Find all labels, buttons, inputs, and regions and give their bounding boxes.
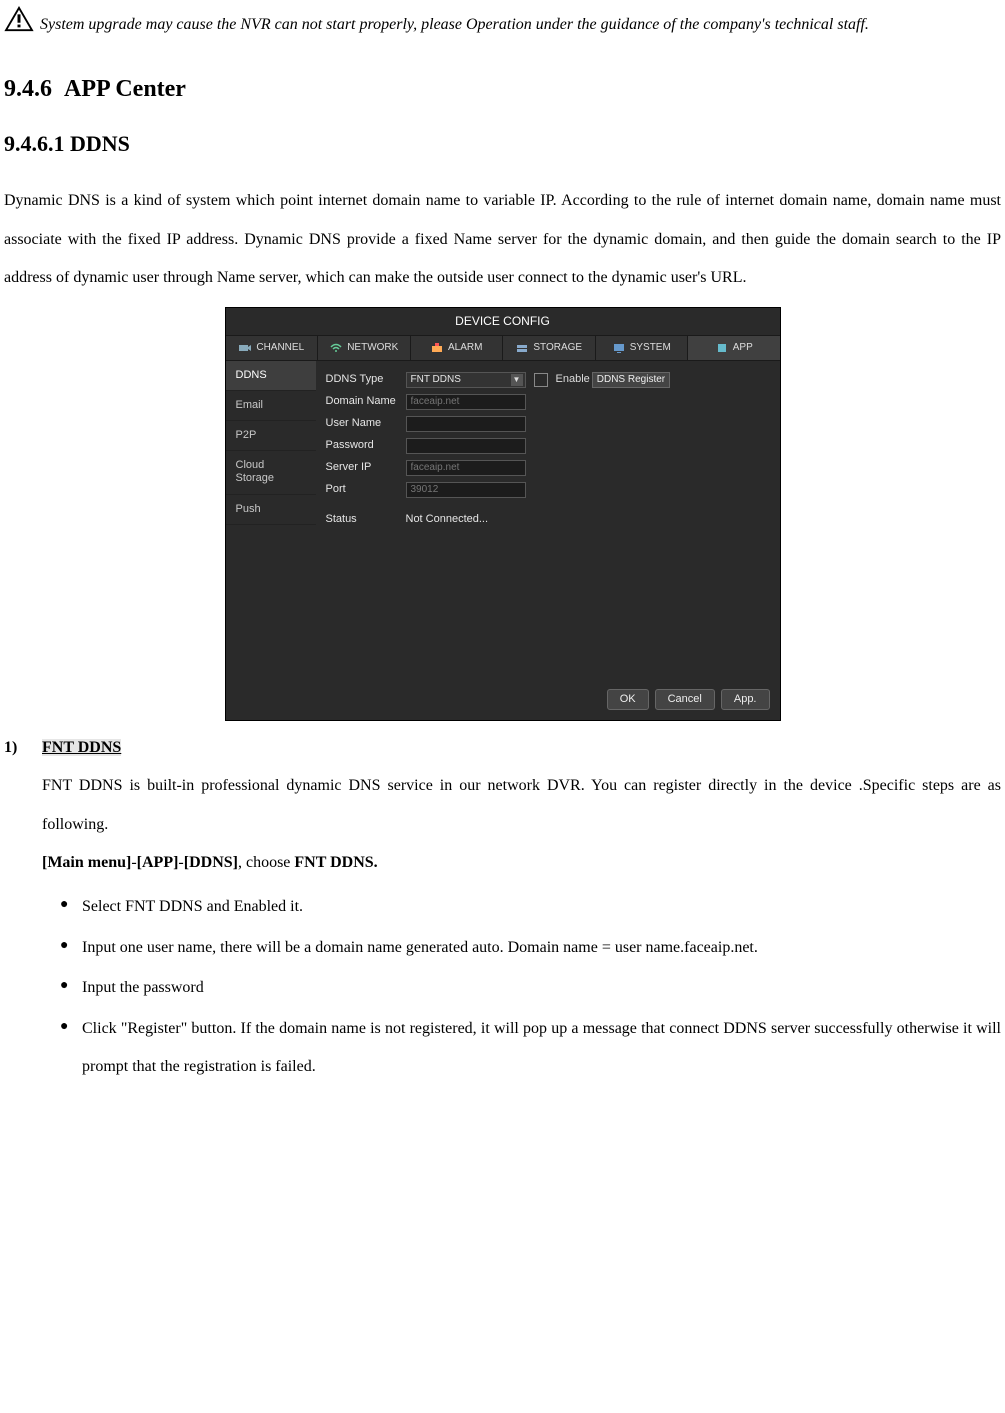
server-ip-label: Server IP — [326, 461, 406, 474]
bullet-text: Input the password — [82, 969, 1001, 1007]
heading-number: 9.4.6.1 — [4, 131, 65, 156]
user-name-input[interactable] — [406, 416, 526, 432]
panel-footer: OK Cancel App. — [226, 681, 780, 720]
enable-checkbox[interactable] — [534, 373, 548, 387]
menu-path: [Main menu]-[APP]-[DDNS], choose FNT DDN… — [42, 844, 1001, 882]
warning-icon — [4, 6, 34, 32]
wifi-icon — [329, 342, 343, 354]
tab-alarm[interactable]: ALARM — [411, 336, 504, 360]
password-input[interactable] — [406, 438, 526, 454]
panel-form: DDNS Type FNT DDNS ▼ Enable DDNS Registe… — [316, 361, 780, 681]
list-title-fnt-ddns: FNT DDNS — [42, 739, 121, 756]
list-para-1: FNT DDNS is built-in professional dynami… — [42, 767, 1001, 844]
cancel-button[interactable]: Cancel — [655, 689, 715, 710]
ddns-register-button[interactable]: DDNS Register — [592, 372, 670, 388]
bullet-item: ● Input the password — [60, 969, 1001, 1007]
camera-icon — [238, 342, 252, 354]
tab-network[interactable]: NETWORK — [318, 336, 411, 360]
tab-label: ALARM — [448, 342, 482, 354]
path-main-menu: [Main menu] — [42, 854, 131, 871]
bullet-text: Click "Register" button. If the domain n… — [82, 1010, 1001, 1087]
app-icon — [715, 342, 729, 354]
app-button[interactable]: App. — [721, 689, 770, 710]
domain-name-label: Domain Name — [326, 395, 406, 408]
numbered-list: 1) FNT DDNS FNT DDNS is built-in profess… — [4, 729, 1001, 1089]
user-name-label: User Name — [326, 417, 406, 430]
tab-label: CHANNEL — [256, 342, 304, 354]
path-app: [APP] — [137, 854, 179, 871]
sidebar-item-ddns[interactable]: DDNS — [226, 361, 316, 391]
heading-title: DDNS — [70, 131, 130, 156]
heading-9-4-6-1: 9.4.6.1 DDNS — [4, 130, 1001, 159]
panel-title: DEVICE CONFIG — [226, 308, 780, 334]
sidebar-item-cloud[interactable]: Cloud Storage — [226, 451, 316, 494]
bullet-item: ● Select FNT DDNS and Enabled it. — [60, 888, 1001, 926]
bullet-item: ● Input one user name, there will be a d… — [60, 929, 1001, 967]
bullet-icon: ● — [60, 969, 82, 1007]
ddns-type-select[interactable]: FNT DDNS ▼ — [406, 372, 526, 388]
bullet-list: ● Select FNT DDNS and Enabled it. ● Inpu… — [42, 888, 1001, 1086]
ddns-type-value: FNT DDNS — [411, 374, 461, 386]
sidebar-item-push[interactable]: Push — [226, 495, 316, 525]
heading-9-4-6: 9.4.6 APP Center — [4, 74, 1001, 105]
tab-app[interactable]: APP — [688, 336, 780, 360]
path-ddns: [DDNS] — [184, 854, 238, 871]
storage-icon — [515, 342, 529, 354]
panel-tabs: CHANNEL NETWORK ALARM STORAGE SYSTEM APP — [226, 335, 780, 361]
heading-number: 9.4.6 — [4, 76, 52, 102]
tab-storage[interactable]: STORAGE — [503, 336, 596, 360]
sidebar-item-p2p[interactable]: P2P — [226, 421, 316, 451]
list-item-1: 1) FNT DDNS FNT DDNS is built-in profess… — [4, 729, 1001, 1089]
enable-label: Enable — [556, 373, 590, 386]
tab-label: APP — [733, 342, 753, 354]
warning-block: System upgrade may cause the NVR can not… — [4, 6, 1001, 44]
bullet-icon: ● — [60, 888, 82, 926]
path-choice: FNT DDNS. — [294, 854, 377, 871]
bullet-text: Input one user name, there will be a dom… — [82, 929, 1001, 967]
port-input[interactable] — [406, 482, 526, 498]
domain-name-input[interactable] — [406, 394, 526, 410]
status-value: Not Connected... — [406, 513, 489, 526]
ok-button[interactable]: OK — [607, 689, 649, 710]
tab-label: NETWORK — [347, 342, 398, 354]
system-icon — [612, 342, 626, 354]
tab-system[interactable]: SYSTEM — [596, 336, 689, 360]
tab-channel[interactable]: CHANNEL — [226, 336, 319, 360]
status-label: Status — [326, 513, 406, 526]
sidebar-item-email[interactable]: Email — [226, 391, 316, 421]
server-ip-input[interactable] — [406, 460, 526, 476]
path-mid: , choose — [238, 854, 294, 871]
heading-title: APP Center — [64, 76, 186, 102]
tab-label: STORAGE — [533, 342, 582, 354]
bullet-icon: ● — [60, 929, 82, 967]
password-label: Password — [326, 439, 406, 452]
bullet-item: ● Click "Register" button. If the domain… — [60, 1010, 1001, 1087]
device-config-panel: DEVICE CONFIG CHANNEL NETWORK ALARM STOR… — [225, 307, 781, 721]
port-label: Port — [326, 483, 406, 496]
panel-sidebar: DDNS Email P2P Cloud Storage Push — [226, 361, 316, 681]
alarm-icon — [430, 342, 444, 354]
bullet-text: Select FNT DDNS and Enabled it. — [82, 888, 1001, 926]
tab-label: SYSTEM — [630, 342, 671, 354]
warning-text: System upgrade may cause the NVR can not… — [40, 6, 869, 44]
intro-paragraph: Dynamic DNS is a kind of system which po… — [4, 182, 1001, 297]
chevron-down-icon: ▼ — [511, 374, 523, 386]
ddns-type-label: DDNS Type — [326, 373, 406, 386]
bullet-icon: ● — [60, 1010, 82, 1087]
list-number: 1) — [4, 729, 42, 1089]
